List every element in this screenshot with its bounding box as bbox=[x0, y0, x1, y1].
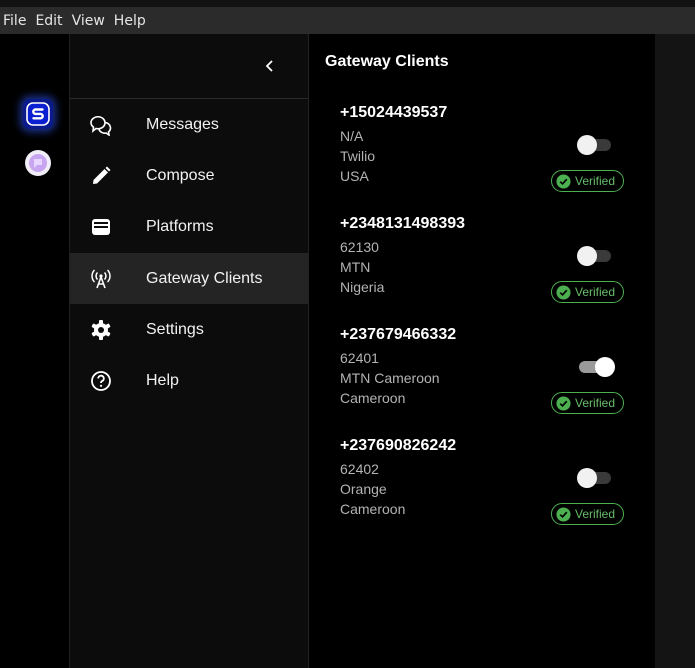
toggle-knob bbox=[577, 135, 597, 155]
client-toggle[interactable] bbox=[577, 244, 611, 266]
client-country: Cameroon bbox=[340, 501, 406, 517]
client-operator: Twilio bbox=[340, 148, 376, 164]
chat-app-icon bbox=[24, 149, 52, 177]
client-phone-number: +237679466332 bbox=[340, 326, 457, 343]
menu-help[interactable]: Help bbox=[110, 13, 151, 29]
relaysms-app-button[interactable] bbox=[23, 99, 53, 129]
check-circle-icon bbox=[556, 395, 571, 411]
sidebar-item-label: Settings bbox=[146, 320, 204, 338]
secondary-app-button[interactable] bbox=[23, 148, 53, 178]
sidebar-item-label: Messages bbox=[146, 115, 219, 133]
sidebar-item-platforms[interactable]: Platforms bbox=[70, 201, 308, 252]
gateway-client-card: +2348131498393 62130 MTN Nigeria Verifie… bbox=[340, 215, 640, 325]
check-circle-icon bbox=[556, 173, 571, 189]
status-badge-label: Verified bbox=[575, 285, 616, 299]
client-country: Nigeria bbox=[340, 279, 385, 295]
client-code: N/A bbox=[340, 128, 364, 144]
sidebar-item-label: Platforms bbox=[146, 217, 214, 235]
gateway-client-card: +237679466332 62401 MTN Cameroon Cameroo… bbox=[340, 326, 640, 436]
client-country: USA bbox=[340, 168, 369, 184]
gear-icon bbox=[89, 318, 113, 342]
right-empty-pane bbox=[655, 34, 695, 668]
navigation-panel: Messages Compose Platforms Gateway Clien… bbox=[70, 34, 309, 668]
toggle-knob bbox=[577, 468, 597, 488]
gateway-client-card: +15024439537 N/A Twilio USA Verified bbox=[340, 104, 640, 214]
sidebar-item-compose[interactable]: Compose bbox=[70, 150, 308, 201]
toggle-knob bbox=[595, 357, 615, 377]
app-rail bbox=[0, 34, 70, 668]
menu-edit[interactable]: Edit bbox=[31, 13, 67, 29]
sidebar-item-messages[interactable]: Messages bbox=[70, 99, 308, 150]
messages-icon bbox=[89, 113, 113, 137]
check-circle-icon bbox=[556, 284, 571, 300]
status-badge: Verified bbox=[551, 392, 625, 414]
client-toggle[interactable] bbox=[577, 466, 611, 488]
relaysms-logo-icon bbox=[26, 102, 50, 126]
check-circle-icon bbox=[556, 506, 571, 522]
client-code: 62130 bbox=[340, 239, 379, 255]
toggle-knob bbox=[577, 246, 597, 266]
gateway-client-card: +237690826242 62402 Orange Cameroon Veri… bbox=[340, 437, 640, 547]
sidebar-item-gateway-clients[interactable]: Gateway Clients bbox=[70, 253, 308, 304]
wallet-icon bbox=[89, 215, 113, 239]
help-icon bbox=[89, 369, 113, 393]
pencil-icon bbox=[89, 164, 113, 188]
client-operator: Orange bbox=[340, 481, 387, 497]
status-badge-label: Verified bbox=[575, 396, 616, 410]
sidebar-item-help[interactable]: Help bbox=[70, 355, 308, 406]
client-operator: MTN bbox=[340, 259, 371, 275]
status-badge: Verified bbox=[551, 503, 625, 525]
sidebar-item-label: Gateway Clients bbox=[146, 269, 263, 287]
status-badge: Verified bbox=[551, 170, 625, 192]
sidebar-item-label: Help bbox=[146, 371, 179, 389]
status-badge-label: Verified bbox=[575, 174, 616, 188]
menu-file[interactable]: File bbox=[0, 13, 31, 29]
menubar: File Edit View Help bbox=[0, 7, 695, 34]
client-phone-number: +2348131498393 bbox=[340, 215, 466, 232]
antenna-icon bbox=[89, 267, 113, 291]
sidebar-item-settings[interactable]: Settings bbox=[70, 304, 308, 355]
gateway-clients-panel: Gateway Clients +15024439537 N/A Twilio … bbox=[309, 34, 655, 668]
client-operator: MTN Cameroon bbox=[340, 370, 440, 386]
client-phone-number: +15024439537 bbox=[340, 104, 448, 121]
client-code: 62401 bbox=[340, 350, 379, 366]
chevron-left-icon bbox=[263, 59, 277, 73]
client-toggle[interactable] bbox=[577, 355, 615, 377]
client-phone-number: +237690826242 bbox=[340, 437, 457, 454]
collapse-sidebar-button[interactable] bbox=[258, 54, 282, 78]
sidebar-item-label: Compose bbox=[146, 166, 215, 184]
client-country: Cameroon bbox=[340, 390, 406, 406]
page-title: Gateway Clients bbox=[325, 53, 449, 70]
status-badge: Verified bbox=[551, 281, 625, 303]
menu-view[interactable]: View bbox=[68, 13, 110, 29]
client-toggle[interactable] bbox=[577, 133, 611, 155]
client-code: 62402 bbox=[340, 461, 379, 477]
window-top-strip bbox=[0, 0, 695, 7]
status-badge-label: Verified bbox=[575, 507, 616, 521]
